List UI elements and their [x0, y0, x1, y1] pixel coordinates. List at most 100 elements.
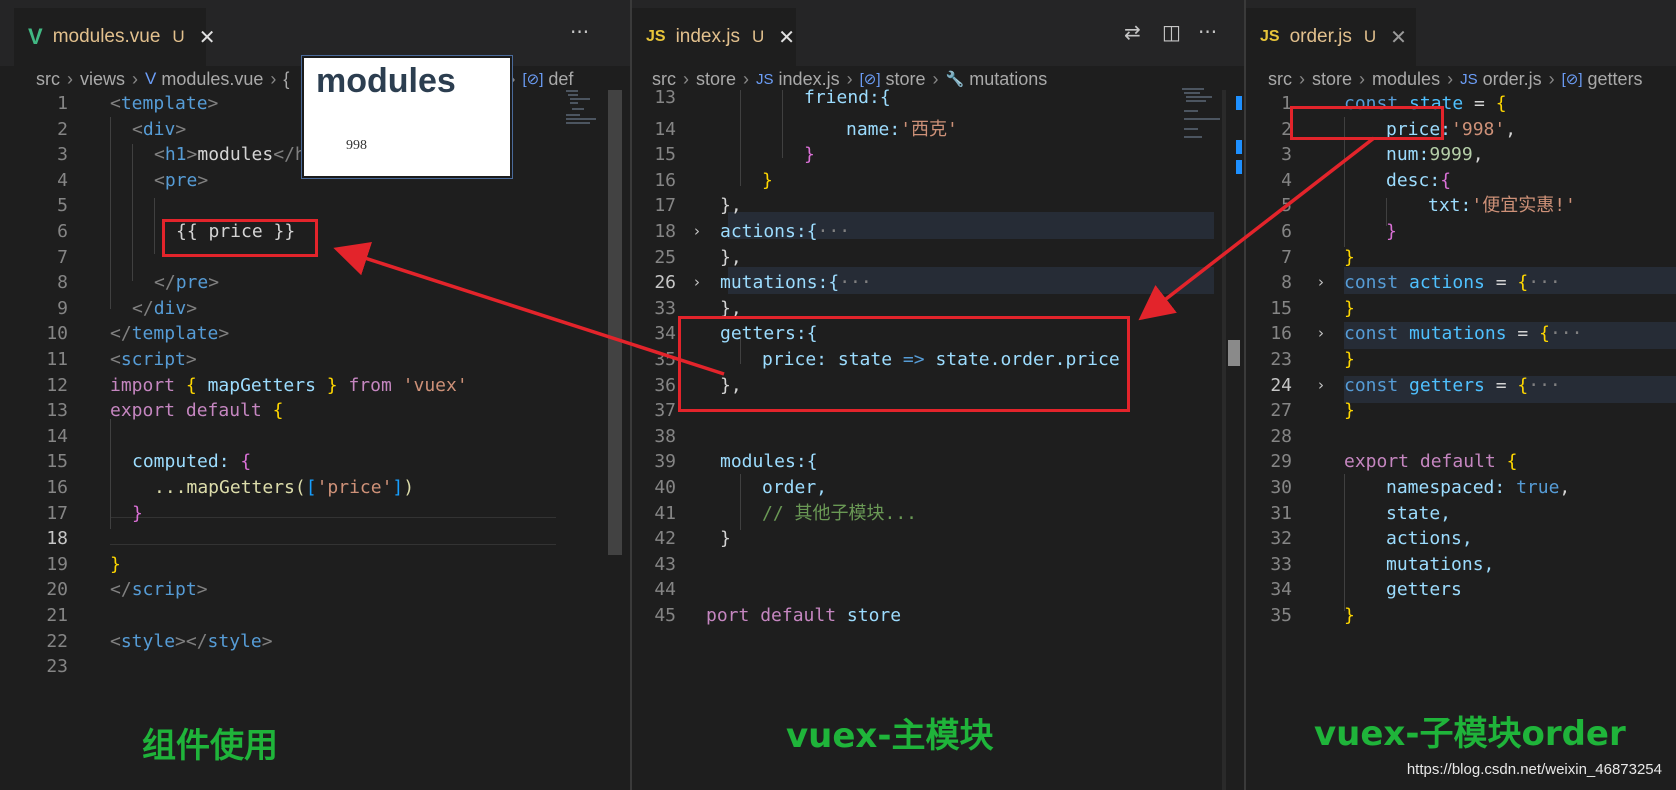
code-line[interactable]: 15}	[1246, 295, 1676, 322]
code-line[interactable]: 33},	[632, 295, 1244, 322]
code-token: </	[154, 272, 176, 294]
scrollbar[interactable]	[1222, 90, 1226, 790]
code-line[interactable]: 16 ...mapGetters(['price'])	[0, 474, 630, 501]
code-line[interactable]: 32 actions,	[1246, 525, 1676, 552]
code-line[interactable]: 5	[0, 192, 630, 219]
code-line[interactable]: 3 num:9999,	[1246, 141, 1676, 168]
code-line[interactable]: 22 <style></style>	[0, 628, 630, 655]
breadcrumb-views[interactable]: views	[80, 69, 125, 90]
code-editor[interactable]: 13 friend:{ 14 name:'西克' 15} 16} 17}, 18 › action…	[632, 87, 1244, 790]
fold-chevron-icon[interactable]: ›	[694, 218, 700, 245]
code-token: =	[1484, 374, 1518, 396]
code-line[interactable]: 44	[632, 576, 1244, 603]
scrollbar[interactable]	[608, 90, 622, 555]
code-line[interactable]: 39 modules:{	[632, 448, 1244, 475]
breadcrumb-file[interactable]: modules.vue	[161, 69, 263, 90]
code-line[interactable]: 35}	[1246, 602, 1676, 629]
code-line[interactable]: 10 </template>	[0, 320, 630, 347]
code-line[interactable]: 6}	[1246, 218, 1676, 245]
code-editor[interactable]: 1 const state = {2 price:'998', 3 num:9999, 4…	[1246, 90, 1676, 790]
line-number: 25	[654, 246, 676, 268]
code-editor[interactable]: 1 <template> 2 <div> 3 <h1>modules</h1 4 <pre> 5…	[0, 90, 630, 790]
breadcrumb-default[interactable]: def	[548, 69, 573, 90]
breadcrumb-modules[interactable]: modules	[1372, 69, 1440, 90]
code-text: desc:{	[1386, 167, 1451, 194]
code-line[interactable]: 19}	[0, 551, 630, 578]
code-line[interactable]: 25},	[632, 244, 1244, 271]
code-line[interactable]: 16}	[632, 167, 1244, 194]
code-line[interactable]: 15}	[632, 141, 1244, 168]
code-line[interactable]: 41 // 其他子模块...	[632, 500, 1244, 527]
code-line[interactable]: 6 {{ price }}	[0, 218, 630, 245]
code-line[interactable]: 21	[0, 602, 630, 629]
code-line[interactable]: 40 order,	[632, 474, 1244, 501]
code-line[interactable]: 33 mutations,	[1246, 551, 1676, 578]
code-line[interactable]: 7}	[1246, 244, 1676, 271]
code-line[interactable]: 31 state,	[1246, 500, 1676, 527]
code-line[interactable]: 24 › const getters = {···	[1246, 372, 1676, 399]
code-line[interactable]: 2 price:'998',	[1246, 116, 1676, 143]
tab-modules-vue[interactable]: V modules.vue U ✕	[14, 8, 215, 66]
code-line[interactable]: 26 › mutations:{···	[632, 269, 1244, 296]
code-line[interactable]: 17},	[632, 192, 1244, 219]
code-line[interactable]: 1 const state = {	[1246, 90, 1676, 117]
code-line[interactable]: 18	[0, 525, 630, 552]
code-line[interactable]: 12 import { mapGetters } from 'vuex'	[0, 372, 630, 399]
close-icon[interactable]: ✕	[778, 25, 795, 50]
code-line[interactable]: 7	[0, 244, 630, 271]
code-line[interactable]: 42}	[632, 525, 1244, 552]
code-line[interactable]: 34 getters	[1246, 576, 1676, 603]
code-line[interactable]: 20 </script>	[0, 576, 630, 603]
breadcrumb-src[interactable]: src	[1268, 69, 1292, 90]
code-line[interactable]: 43	[632, 551, 1244, 578]
close-icon[interactable]: ✕	[1390, 25, 1407, 50]
code-line[interactable]: 45 port default store	[632, 602, 1244, 629]
code-line[interactable]: 11 <script>	[0, 346, 630, 373]
tab-order-js[interactable]: JS order.js U ✕	[1246, 8, 1416, 66]
code-line[interactable]: 35 price: state => state.order.price	[632, 346, 1244, 373]
code-line[interactable]: 23	[0, 653, 630, 680]
fold-chevron-icon[interactable]: ›	[1318, 372, 1324, 399]
code-line[interactable]: 18 › actions:{···	[632, 218, 1244, 245]
fold-chevron-icon[interactable]: ›	[1318, 269, 1324, 296]
code-line[interactable]: 9 </div>	[0, 295, 630, 322]
code-line[interactable]: 34 getters:{	[632, 320, 1244, 347]
code-line[interactable]: 37	[632, 397, 1244, 424]
split-editor-icon[interactable]: ◫	[1162, 20, 1181, 44]
code-line[interactable]: 14	[0, 423, 630, 450]
line-number: 1	[1281, 93, 1292, 114]
code-line[interactable]: 4 desc:{	[1246, 167, 1676, 194]
compare-changes-icon[interactable]: ⇄	[1124, 20, 1141, 44]
code-line[interactable]: 28	[1246, 423, 1676, 450]
breadcrumb-getters[interactable]: getters	[1588, 69, 1643, 90]
tab-index-js[interactable]: JS index.js U ✕	[632, 8, 796, 66]
code-line[interactable]: 17}	[0, 500, 630, 527]
code-token: mutations:{	[720, 272, 840, 294]
code-line[interactable]: 16 › const mutations = {···	[1246, 320, 1676, 347]
breadcrumb-symbol[interactable]: {	[283, 69, 289, 90]
line-number: 7	[1281, 246, 1292, 268]
more-actions-icon[interactable]: ···	[1198, 20, 1217, 44]
fold-chevron-icon[interactable]: ›	[694, 269, 700, 296]
code-line[interactable]: 8 </pre>	[0, 269, 630, 296]
fold-chevron-icon[interactable]: ›	[1318, 320, 1324, 347]
code-line[interactable]: 27}	[1246, 397, 1676, 424]
code-line[interactable]: 30 namespaced: true,	[1246, 474, 1676, 501]
code-line[interactable]: 23}	[1246, 346, 1676, 373]
code-line[interactable]: 5 txt:'便宜实惠!'	[1246, 192, 1676, 219]
line-number: 13	[46, 400, 68, 422]
code-line[interactable]: 13 friend:{	[632, 84, 1244, 111]
code-line[interactable]: 36},	[632, 372, 1244, 399]
code-line[interactable]: 8 › const actions = {···	[1246, 269, 1676, 296]
code-line[interactable]: 13 export default {	[0, 397, 630, 424]
code-token: }	[132, 502, 143, 524]
breadcrumb-store[interactable]: store	[1312, 69, 1352, 90]
more-actions-icon[interactable]: ···	[570, 20, 589, 44]
code-line[interactable]: 38	[632, 423, 1244, 450]
breadcrumb-src[interactable]: src	[36, 69, 60, 90]
code-line[interactable]: 15 computed: {	[0, 448, 630, 475]
code-line[interactable]: 14 name:'西克'	[632, 116, 1244, 143]
code-line[interactable]: 29 export default {	[1246, 448, 1676, 475]
close-icon[interactable]: ✕	[199, 25, 216, 50]
breadcrumb-file[interactable]: order.js	[1483, 69, 1542, 90]
